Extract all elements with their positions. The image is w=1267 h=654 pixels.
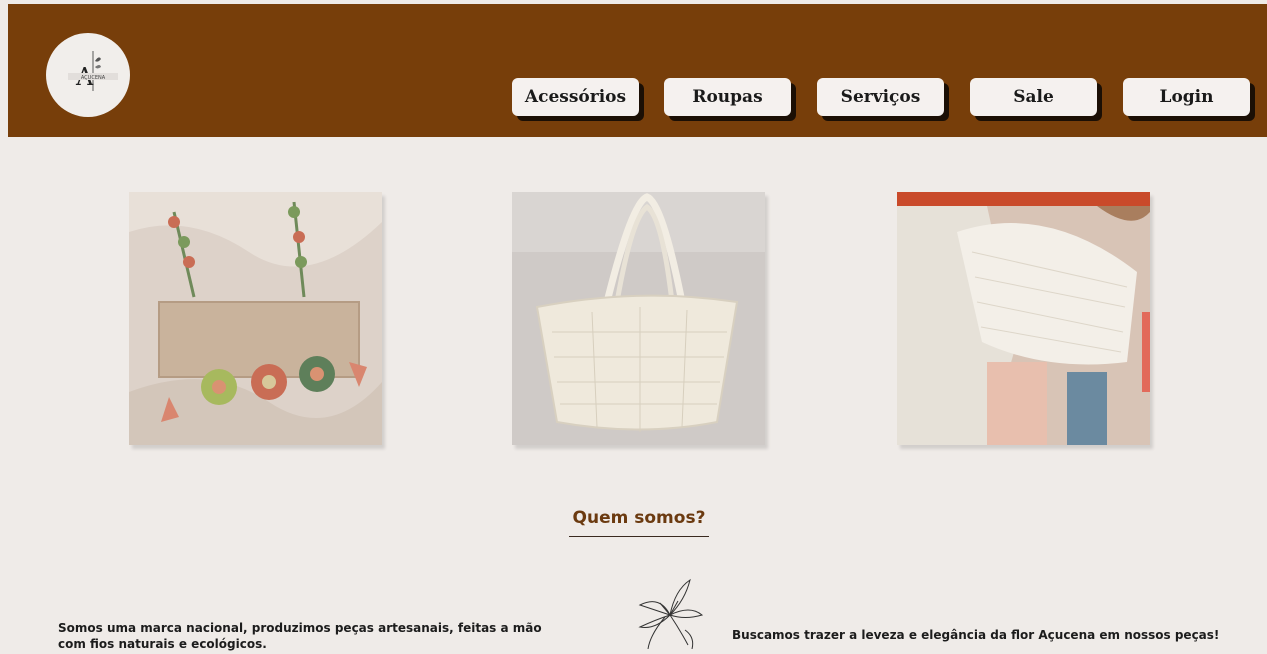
site-header: A AÇUCENA Acessórios Roupas Serviços Sal…	[8, 4, 1267, 137]
acucena-logo-icon: A AÇUCENA	[68, 51, 118, 91]
about-title: Quem somos?	[572, 508, 706, 528]
product-card-1[interactable]	[129, 192, 382, 445]
nav-sale-button[interactable]: Sale	[970, 78, 1097, 116]
nav-servicos-button[interactable]: Serviços	[817, 78, 944, 116]
brand-logo[interactable]: A AÇUCENA	[46, 33, 130, 117]
nav-roupas-button[interactable]: Roupas	[664, 78, 791, 116]
nav-login-button[interactable]: Login	[1123, 78, 1250, 116]
svg-text:AÇUCENA: AÇUCENA	[81, 75, 106, 81]
lily-flower-icon	[630, 575, 710, 654]
crochet-flower-top-image	[129, 192, 382, 445]
product-card-3[interactable]	[897, 192, 1150, 445]
product-card-2[interactable]	[512, 192, 765, 445]
crochet-tote-bag-image	[512, 192, 765, 445]
about-text-left: Somos uma marca nacional, produzimos peç…	[58, 621, 542, 651]
about-title-underline	[569, 536, 709, 537]
crochet-halter-top-image	[897, 192, 1150, 445]
about-text-right: Buscamos trazer a leveza e elegância da …	[732, 628, 1220, 642]
nav-acessorios-button[interactable]: Acessórios	[512, 78, 639, 116]
